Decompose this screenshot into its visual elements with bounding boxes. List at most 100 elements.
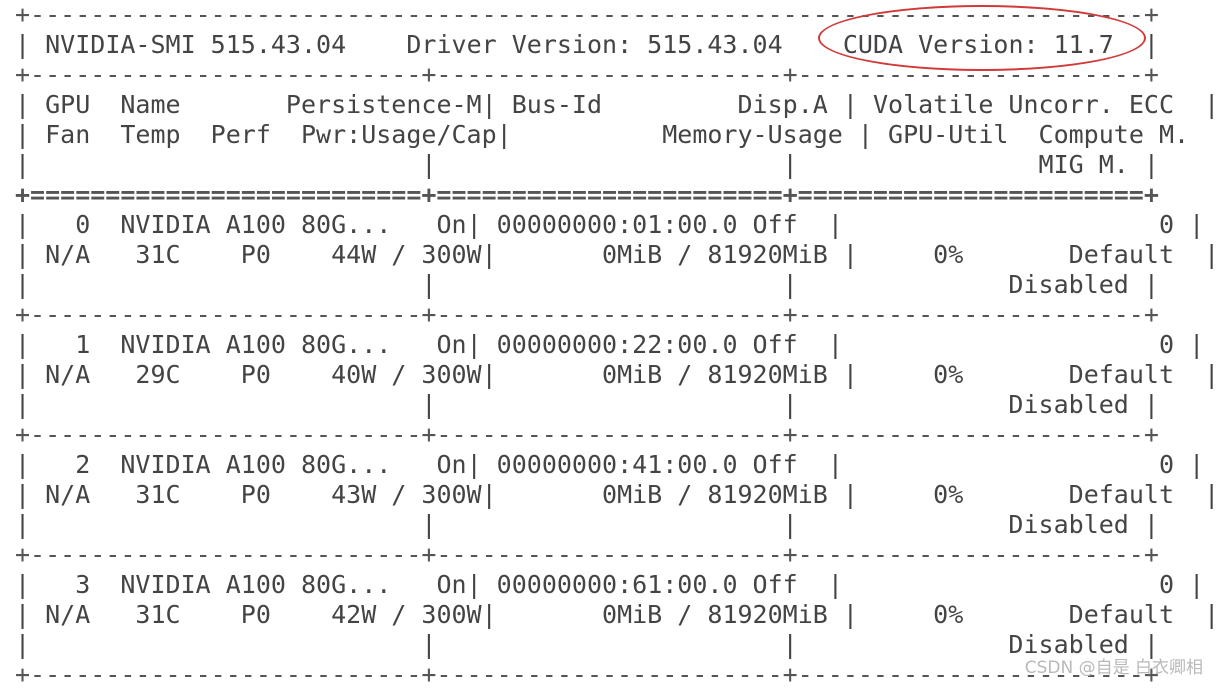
pipe: | <box>782 630 798 659</box>
pipe: | <box>15 90 31 119</box>
pipe: | <box>15 390 31 419</box>
pipe: | <box>782 510 798 539</box>
gpu-0-bus-id: 00000000:01:00.0 Off <box>481 210 828 239</box>
cuda-version-highlight <box>818 5 1146 71</box>
pipe: | <box>15 210 31 239</box>
column-header-line-3: | | | MIG M. | <box>15 150 1217 180</box>
pipe: | <box>421 150 437 179</box>
header-double-separator: +==========================+============… <box>15 180 1159 209</box>
pipe: | <box>842 240 858 269</box>
gpu-2-identity: 2 NVIDIA A100 80G... On <box>30 450 467 479</box>
gpu-row-1-line-3: | | | Disabled | <box>15 390 1217 420</box>
gpu-0-ecc: 0 <box>842 210 1190 239</box>
gpu-0-mig: Disabled <box>797 270 1144 299</box>
pipe: | <box>1189 570 1205 599</box>
pipe: | <box>1189 330 1205 359</box>
gpu-0-identity: 0 NVIDIA A100 80G... On <box>30 210 467 239</box>
gpu-1-fan-temp-power: N/A 29C P0 40W / 300W <box>30 360 482 389</box>
gpu-row-1-line-2: | N/A 29C P0 40W / 300W| 0MiB / 81920MiB… <box>15 360 1217 390</box>
terminal-window: +---------------------------------------… <box>0 0 1217 689</box>
gpu-3-memory-usage: 0MiB / 81920MiB <box>496 600 843 629</box>
blank <box>30 270 421 299</box>
gpu-1-identity: 1 NVIDIA A100 80G... On <box>30 330 467 359</box>
pipe: | <box>827 450 843 479</box>
blank <box>30 630 421 659</box>
pipe: | <box>15 510 31 539</box>
gpu-row-2-line-2: | N/A 31C P0 43W / 300W| 0MiB / 81920MiB… <box>15 480 1217 510</box>
gpu-1-ecc: 0 <box>842 330 1190 359</box>
gpu-2-memory-usage: 0MiB / 81920MiB <box>496 480 843 509</box>
pipe: | <box>15 330 31 359</box>
pipe: | <box>15 240 31 269</box>
blank <box>30 390 421 419</box>
gpu-3-fan-temp-power: N/A 31C P0 42W / 300W <box>30 600 482 629</box>
pipe: | <box>1189 450 1205 479</box>
pipe: | <box>466 330 482 359</box>
gpu-2-util-compute: 0% Default <box>857 480 1205 509</box>
col-bus-disp: Bus-Id Disp.A <box>496 90 843 119</box>
col-mig: MIG M. <box>797 150 1144 179</box>
gpu-2-ecc: 0 <box>842 450 1190 479</box>
smi-version-label: NVIDIA-SMI 515.43.04 <box>45 30 347 59</box>
col-gpu-name-persistence: GPU Name Persistence-M <box>30 90 482 119</box>
gpu-1-memory-usage: 0MiB / 81920MiB <box>496 360 843 389</box>
pipe: | <box>421 270 437 299</box>
pipe: | <box>1204 360 1217 389</box>
pipe: | <box>466 570 482 599</box>
blank <box>436 510 782 539</box>
pipe: | <box>827 210 843 239</box>
pipe: | <box>421 630 437 659</box>
pipe: | <box>15 450 31 479</box>
gpu-2-bus-id: 00000000:41:00.0 Off <box>481 450 828 479</box>
nvidia-smi-output: +---------------------------------------… <box>15 0 1217 690</box>
blank <box>30 510 421 539</box>
col-fan-temp-perf-pwr: Fan Temp Perf Pwr:Usage/Cap <box>30 120 497 149</box>
col-util-compute: GPU-Util Compute M. <box>872 120 1217 149</box>
pipe: | <box>15 150 31 179</box>
pipe: | <box>421 510 437 539</box>
col-volatile-ecc: Volatile Uncorr. ECC <box>857 90 1205 119</box>
driver-version-label: Driver Version: 515.43.04 <box>406 30 783 59</box>
pipe: | <box>842 360 858 389</box>
gpu-row-0-line-1: | 0 NVIDIA A100 80G... On| 00000000:01:0… <box>15 210 1217 240</box>
pipe: | <box>15 630 31 659</box>
gpu-3-identity: 3 NVIDIA A100 80G... On <box>30 570 467 599</box>
gpu-1-bus-id: 00000000:22:00.0 Off <box>481 330 828 359</box>
gpu-row-3-line-1: | 3 NVIDIA A100 80G... On| 00000000:61:0… <box>15 570 1217 600</box>
pipe: | <box>481 600 497 629</box>
pipe: | <box>827 330 843 359</box>
pipe: | <box>1204 240 1217 269</box>
pipe: | <box>1189 210 1205 239</box>
gpu-0-util-compute: 0% Default <box>857 240 1205 269</box>
gpu-0-memory-usage: 0MiB / 81920MiB <box>496 240 843 269</box>
pipe: | <box>466 450 482 479</box>
pipe: | <box>496 120 512 149</box>
gpu-2-mig: Disabled <box>797 510 1144 539</box>
pipe: | <box>481 360 497 389</box>
pipe: | <box>1143 150 1159 179</box>
gpu-separator-2: +--------------------------+------------… <box>15 540 1159 569</box>
gpu-row-2-line-1: | 2 NVIDIA A100 80G... On| 00000000:41:0… <box>15 450 1217 480</box>
blank <box>436 270 782 299</box>
gpu-0-fan-temp-power: N/A 31C P0 44W / 300W <box>30 240 482 269</box>
blank <box>436 630 782 659</box>
gpu-separator-0: +--------------------------+------------… <box>15 300 1159 329</box>
pipe: | <box>15 570 31 599</box>
gpu-row-0-line-2: | N/A 31C P0 44W / 300W| 0MiB / 81920MiB… <box>15 240 1217 270</box>
gpu-3-bus-id: 00000000:61:00.0 Off <box>481 570 828 599</box>
gpu-1-mig: Disabled <box>797 390 1144 419</box>
pipe: | <box>421 390 437 419</box>
pipe: | <box>481 240 497 269</box>
blank <box>436 150 782 179</box>
gpu-row-3-line-2: | N/A 31C P0 42W / 300W| 0MiB / 81920MiB… <box>15 600 1217 630</box>
blank <box>30 150 421 179</box>
blank <box>436 390 782 419</box>
column-header-line-1: | GPU Name Persistence-M| Bus-Id Disp.A … <box>15 90 1217 120</box>
pipe: | <box>857 120 873 149</box>
pipe: | <box>782 150 798 179</box>
pipe: | <box>1143 270 1159 299</box>
pipe: | <box>1204 600 1217 629</box>
gpu-3-util-compute: 0% Default <box>857 600 1205 629</box>
gpu-row-1-line-1: | 1 NVIDIA A100 80G... On| 00000000:22:0… <box>15 330 1217 360</box>
